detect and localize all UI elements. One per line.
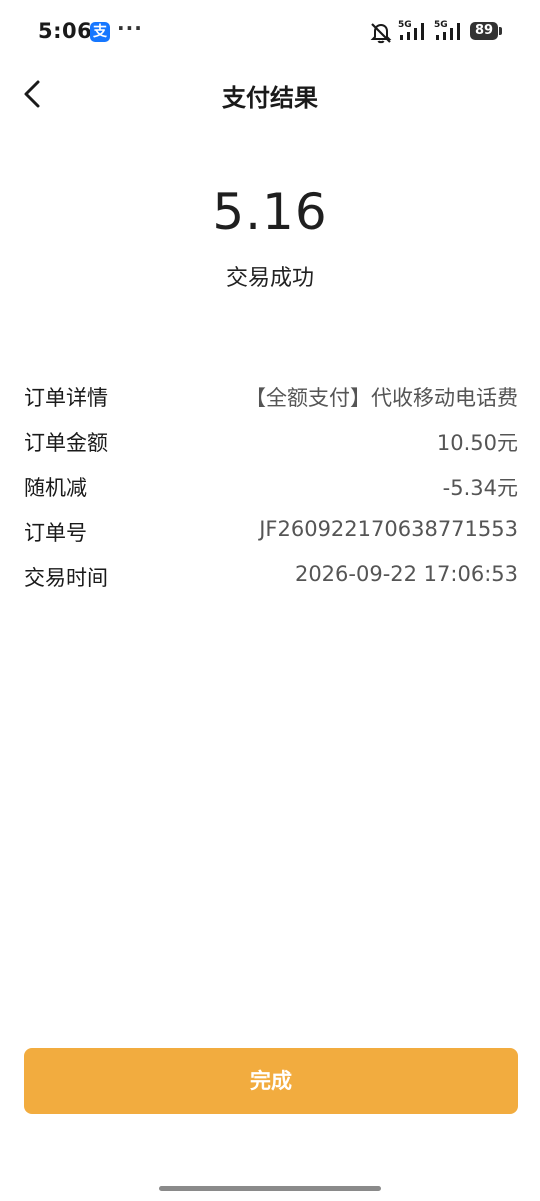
status-time: 5:06 (38, 19, 93, 43)
battery-icon: 89 (470, 22, 498, 40)
home-indicator[interactable] (159, 1186, 381, 1191)
detail-value: 2026-09-22 17:06:53 (294, 562, 518, 586)
more-notifications-icon: ··· (117, 16, 143, 40)
detail-label: 订单详情 (24, 386, 108, 410)
alipay-icon: 支 (90, 22, 110, 42)
done-button[interactable]: 完成 (24, 1048, 518, 1114)
battery-tip (499, 27, 502, 35)
order-details: 订单详情 【全额支付】代收移动电话费 订单金额 10.50元 随机减 -5.34… (24, 374, 518, 599)
detail-row-order-info: 订单详情 【全额支付】代收移动电话费 (24, 374, 518, 419)
bell-off-icon (370, 23, 392, 44)
detail-label: 交易时间 (24, 566, 108, 590)
payment-amount: 5.16 (212, 183, 328, 241)
detail-row-order-number: 订单号 JF260922170638771553 (24, 509, 518, 554)
detail-value: JF260922170638771553 (259, 517, 518, 541)
detail-value: 【全额支付】代收移动电话费 (245, 386, 518, 410)
detail-value: -5.34元 (442, 476, 518, 500)
detail-row-order-amount: 订单金额 10.50元 (24, 419, 518, 464)
detail-value: 10.50元 (436, 431, 518, 455)
detail-row-random-discount: 随机减 -5.34元 (24, 464, 518, 509)
detail-row-transaction-time: 交易时间 2026-09-22 17:06:53 (24, 554, 518, 599)
cellular-signal-icon-2 (436, 23, 460, 40)
detail-label: 订单号 (24, 521, 87, 545)
detail-label: 随机减 (24, 476, 87, 500)
page-title: 支付结果 (222, 84, 318, 112)
transaction-status: 交易成功 (225, 266, 314, 291)
status-bar: 5:06 支 ··· 5G 5G 89 (0, 0, 540, 66)
detail-label: 订单金额 (24, 431, 108, 455)
cellular-signal-icon (400, 23, 424, 40)
header: 支付结果 (0, 66, 540, 124)
